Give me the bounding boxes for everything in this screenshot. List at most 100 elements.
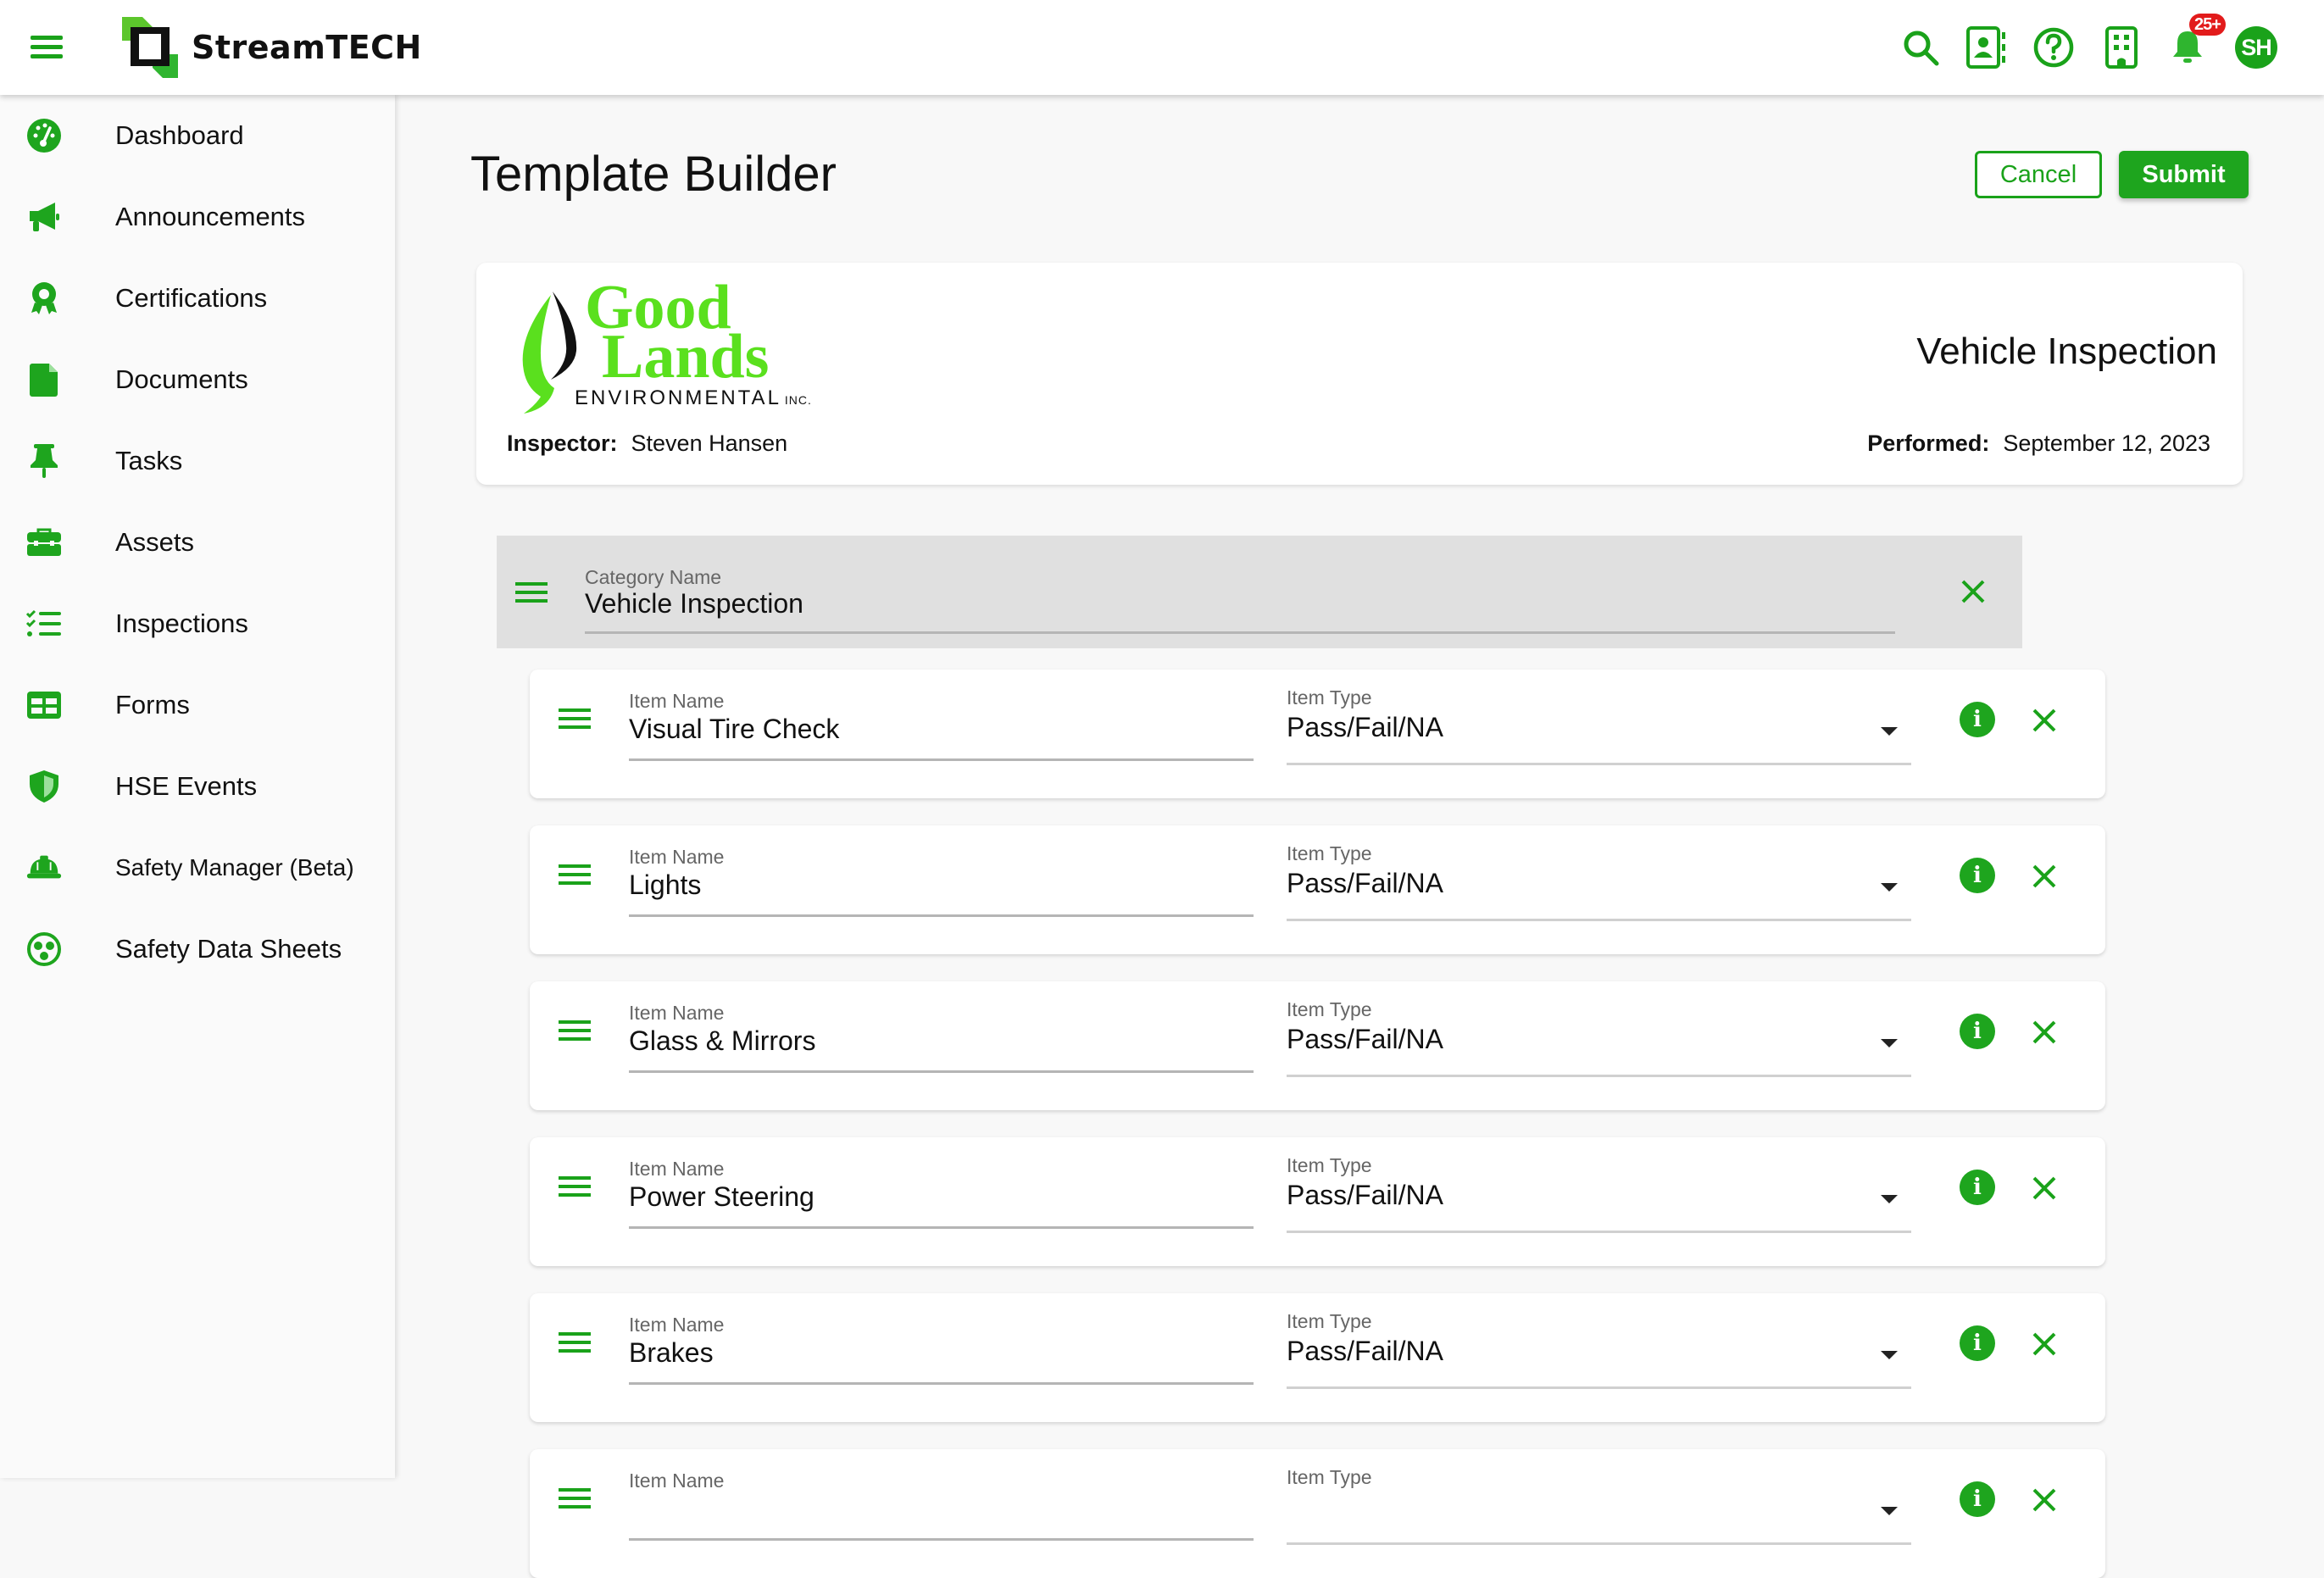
item-type-select[interactable] [1287,1492,1863,1525]
cancel-button[interactable]: Cancel [1975,151,2102,198]
chevron-down-icon[interactable] [1881,1039,1898,1047]
item-type-select[interactable]: Pass/Fail/NA [1287,712,1863,746]
item-type-select[interactable]: Pass/Fail/NA [1287,868,1863,902]
hazard-icon [25,931,63,968]
item-type-underline [1287,919,1911,921]
chevron-down-icon[interactable] [1881,1351,1898,1359]
dashboard-icon [25,117,63,154]
brand-logo[interactable]: StreamTECH [119,15,422,80]
item-name-input[interactable] [629,712,1222,746]
chevron-down-icon[interactable] [1881,727,1898,736]
close-icon [2032,1020,2056,1044]
item-info-button[interactable]: i [1960,1481,1995,1517]
close-icon [2032,708,2056,732]
inspection-item-card: Item Name Item Type i [530,1449,2105,1578]
sidebar-item-dashboard[interactable]: Dashboard [0,102,395,169]
drag-handle[interactable] [515,582,549,606]
sidebar-item-label: Dashboard [115,120,244,150]
item-name-input[interactable] [629,1180,1222,1214]
remove-item-button[interactable] [2027,1327,2061,1361]
item-type-select[interactable]: Pass/Fail/NA [1287,1180,1863,1214]
item-name-input[interactable] [629,868,1222,902]
item-name-label: Item Name [629,846,725,868]
building-icon [2105,26,2138,69]
info-icon: i [1973,863,1982,888]
user-avatar[interactable]: SH [2235,26,2277,69]
chevron-down-icon[interactable] [1881,883,1898,892]
company-button[interactable] [2098,24,2145,71]
item-type-select[interactable]: Pass/Fail/NA [1287,1024,1863,1058]
inspector-label: Inspector: [507,431,618,456]
drag-handle[interactable] [559,1020,592,1044]
drag-handle-icon [559,1185,591,1188]
item-name-input[interactable] [629,1024,1222,1058]
shield-icon [25,768,63,805]
drag-handle-icon [515,582,548,586]
brand-name: StreamTECH [192,29,422,66]
item-info-button[interactable]: i [1960,1170,1995,1205]
chevron-down-icon[interactable] [1881,1507,1898,1515]
remove-item-button[interactable] [2027,1171,2061,1205]
remove-item-button[interactable] [2027,703,2061,737]
item-type-label: Item Type [1287,998,1372,1020]
sidebar-item-assets[interactable]: Assets [0,508,395,576]
sidebar-item-announcements[interactable]: Announcements [0,183,395,251]
chevron-down-icon[interactable] [1881,1195,1898,1203]
item-info-button[interactable]: i [1960,1014,1995,1049]
drag-handle[interactable] [559,1488,592,1512]
company-logo: Good Lands ENVIRONMENTAL INC. [517,276,839,424]
submit-button[interactable]: Submit [2119,151,2249,198]
remove-category-button[interactable] [1956,575,1990,608]
drag-handle-icon [515,591,548,594]
sidebar-item-safety-data-sheets[interactable]: Safety Data Sheets [0,915,395,983]
item-type-underline [1287,1231,1911,1233]
category-name-input[interactable] [585,586,1551,620]
sidebar-item-certifications[interactable]: Certifications [0,264,395,332]
remove-item-button[interactable] [2027,1015,2061,1049]
item-name-input[interactable] [629,1336,1222,1370]
item-info-button[interactable]: i [1960,858,1995,893]
close-icon [2032,1332,2056,1356]
remove-item-button[interactable] [2027,859,2061,893]
performed-value: September 12, 2023 [2003,431,2210,456]
item-type-select[interactable]: Pass/Fail/NA [1287,1336,1863,1370]
search-button[interactable] [1897,24,1944,71]
help-button[interactable] [2030,24,2077,71]
item-name-input[interactable] [629,1492,1222,1525]
sidebar-item-label: Tasks [115,446,183,475]
item-info-button[interactable]: i [1960,702,1995,737]
drag-handle[interactable] [559,708,592,732]
drag-handle-icon [559,1341,591,1344]
drag-handle[interactable] [559,1176,592,1200]
menu-icon-line [31,54,63,58]
item-type-underline [1287,1542,1911,1545]
sidebar-nav: Dashboard Announcements Certifications D… [0,95,395,1478]
item-name-underline [629,1070,1254,1073]
drag-handle-icon [559,1193,591,1197]
drag-handle-icon [559,873,591,876]
sidebar-item-label: Documents [115,364,248,394]
pin-icon [25,442,63,480]
sidebar-item-label: Assets [115,527,195,557]
inspection-item-card: Item Name Item Type Pass/Fail/NA i [530,825,2105,954]
remove-item-button[interactable] [2027,1483,2061,1517]
close-icon [2032,864,2056,888]
sidebar-item-label: Inspections [115,608,248,638]
sidebar-item-documents[interactable]: Documents [0,346,395,414]
item-type-underline [1287,763,1911,765]
item-info-button[interactable]: i [1960,1325,1995,1361]
drag-handle[interactable] [559,864,592,888]
category-name-underline [585,631,1895,634]
hamburger-menu-button[interactable] [31,34,64,61]
inspection-item-card: Item Name Item Type Pass/Fail/NA i [530,1293,2105,1422]
sidebar-item-hse-events[interactable]: HSE Events [0,753,395,820]
sidebar-item-inspections[interactable]: Inspections [0,590,395,658]
logo-inc-text: INC. [784,393,812,407]
sidebar-item-safety-manager[interactable]: Safety Manager (Beta) [0,834,395,902]
drag-handle-icon [559,717,591,720]
sidebar-item-tasks[interactable]: Tasks [0,427,395,495]
sidebar-item-forms[interactable]: Forms [0,671,395,739]
drag-handle[interactable] [559,1332,592,1356]
item-type-underline [1287,1386,1911,1389]
contacts-button[interactable] [1963,24,2010,71]
